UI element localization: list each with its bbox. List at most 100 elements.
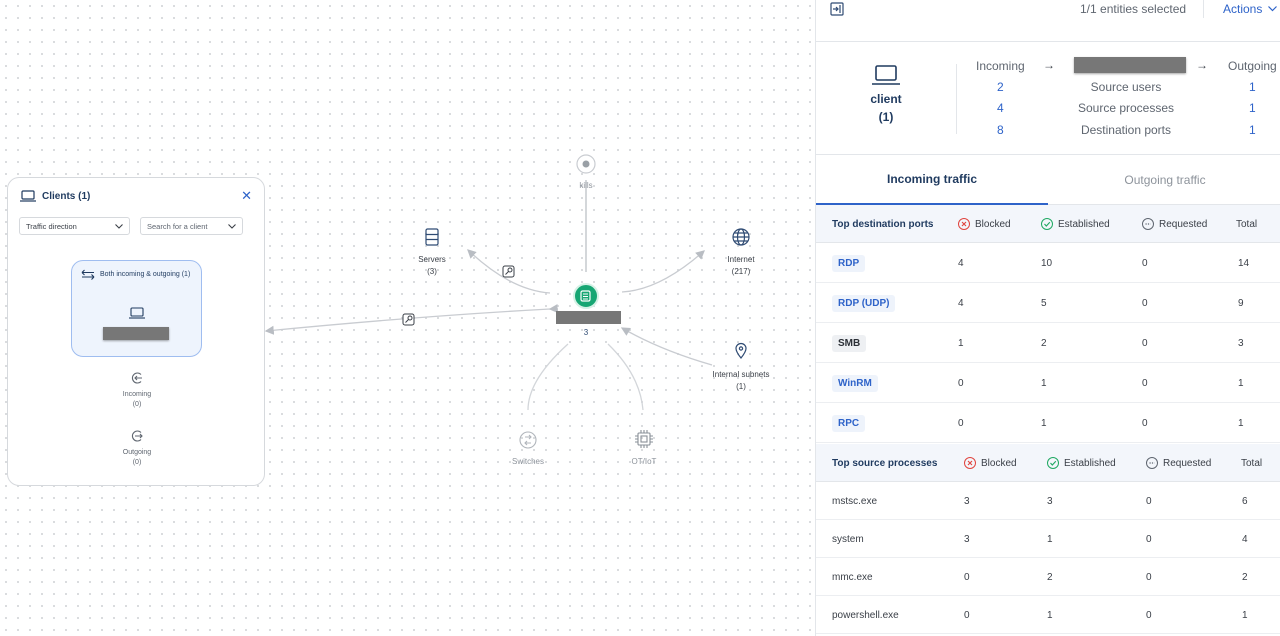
laptop-icon (20, 190, 36, 202)
processes-col-total[interactable]: Total (1241, 444, 1262, 482)
outgoing-stat[interactable]: Outgoing (0) (8, 429, 266, 469)
port-chip[interactable]: SMB (832, 334, 867, 352)
ports-requested-label: Requested (1159, 218, 1208, 230)
ports-col-name[interactable]: Top destination ports (832, 205, 933, 243)
ports-col-established[interactable]: Established (1041, 205, 1110, 243)
processes-col-established[interactable]: Established (1047, 444, 1116, 482)
table-row[interactable]: RDP 4 10 0 14 (816, 243, 1280, 283)
incoming-label: Incoming (122, 390, 152, 398)
client-summary[interactable]: client (1) (856, 64, 916, 126)
port-chip[interactable]: RPC (832, 414, 866, 432)
ports-col-requested[interactable]: Requested (1142, 205, 1207, 243)
processes-col-blocked[interactable]: Blocked (964, 444, 1017, 482)
selection-count-text: 1/1 entities selected (1080, 2, 1187, 16)
port-chip[interactable]: RDP (832, 254, 866, 272)
cell-blocked: 0 (958, 417, 964, 429)
edge-switches (527, 343, 569, 411)
process-name[interactable]: system (832, 520, 864, 558)
traffic-direction-select[interactable]: Traffic direction (19, 217, 130, 235)
cell-established: 5 (1041, 297, 1047, 309)
internal-subnets-node-label[interactable]: Internal subnets (1) (706, 369, 776, 392)
summary-label-ports: Destination ports (1080, 123, 1172, 137)
port-chip[interactable]: RDP (UDP) (832, 294, 896, 312)
tab-incoming-traffic[interactable]: Incoming traffic (816, 155, 1048, 205)
table-row[interactable]: powershell.exe 0 1 0 1 (816, 596, 1280, 634)
key-badge-icon (502, 265, 515, 278)
table-row[interactable]: mstsc.exe 3 3 0 6 (816, 482, 1280, 520)
cell-requested: 0 (1142, 417, 1148, 429)
table-row[interactable]: mmc.exe 0 2 0 2 (816, 558, 1280, 596)
client-name: client (870, 92, 902, 107)
summary-in-ports: 8 (997, 123, 1004, 137)
ports-col-total[interactable]: Total (1236, 205, 1257, 243)
cell-total: 1 (1242, 609, 1248, 621)
collapse-panel-icon[interactable] (830, 2, 844, 16)
traffic-direction-value: Traffic direction (26, 221, 77, 231)
cell-total: 14 (1238, 257, 1250, 269)
internet-count: (217) (731, 266, 751, 276)
edge-internal (620, 327, 713, 366)
cell-total: 4 (1242, 533, 1248, 545)
table-row[interactable]: RPC 0 1 0 1 (816, 403, 1280, 443)
cell-requested: 0 (1146, 495, 1152, 507)
incoming-stat[interactable]: Incoming (0) (8, 371, 266, 411)
table-row[interactable]: SMB 1 2 0 3 (816, 323, 1280, 363)
summary-label-processes: Source processes (1077, 101, 1175, 115)
right-arrow-icon: → (1043, 58, 1055, 72)
table-row[interactable]: WinRM 0 1 0 1 (816, 363, 1280, 403)
table-row[interactable]: system 3 1 0 4 (816, 520, 1280, 558)
ports-table-header: Top destination ports Blocked Establishe… (816, 205, 1280, 243)
redacted-entity-name (1074, 57, 1186, 73)
process-name[interactable]: mmc.exe (832, 558, 873, 596)
cell-established: 1 (1047, 609, 1053, 621)
group-card-title: Both incoming & outgoing (1) (81, 269, 190, 280)
cell-total: 1 (1238, 377, 1244, 389)
key-badge-icon (402, 313, 415, 326)
cell-requested: 0 (1142, 257, 1148, 269)
processes-requested-label: Requested (1163, 457, 1212, 469)
summary-in-users: 2 (997, 80, 1004, 94)
topology-canvas[interactable]: kills Servers (3) Internet (217) Interna… (0, 0, 815, 636)
actions-dropdown-button[interactable]: Actions (1223, 2, 1278, 16)
clients-title-text: Clients (1) (42, 190, 91, 202)
close-icon[interactable]: ✕ (241, 189, 252, 202)
top-bar-divider (1203, 0, 1204, 18)
client-search-placeholder: Search for a client (147, 221, 208, 231)
incoming-count: (0) (132, 401, 142, 408)
process-name[interactable]: powershell.exe (832, 596, 899, 634)
ports-col-blocked[interactable]: Blocked (958, 205, 1011, 243)
ports-blocked-label: Blocked (975, 218, 1011, 230)
table-row[interactable]: RDP (UDP) 4 5 0 9 (816, 283, 1280, 323)
tab-outgoing-traffic[interactable]: Outgoing traffic (1049, 155, 1280, 205)
group-card-label: Both incoming & outgoing (1) (100, 271, 191, 278)
clients-panel: Clients (1) ✕ Traffic direction Search f… (7, 177, 265, 486)
internal-subnets-label: Internal subnets (712, 370, 770, 379)
selected-center-node-icon (573, 283, 599, 309)
client-group-card[interactable]: Both incoming & outgoing (1) (71, 260, 202, 357)
cell-total: 2 (1242, 571, 1248, 583)
cell-established: 2 (1047, 571, 1053, 583)
bidirectional-arrows-icon (81, 269, 95, 280)
cell-requested: 0 (1142, 297, 1148, 309)
processes-col-requested[interactable]: Requested (1146, 444, 1211, 482)
client-search-select[interactable]: Search for a client (140, 217, 243, 235)
cell-requested: 0 (1142, 377, 1148, 389)
process-name[interactable]: mstsc.exe (832, 482, 877, 520)
cell-blocked: 4 (958, 257, 964, 269)
internal-subnets-count: (1) (736, 381, 746, 391)
cell-blocked: 0 (958, 377, 964, 389)
port-chip[interactable]: WinRM (832, 374, 878, 392)
processes-col-name[interactable]: Top source processes (832, 444, 937, 482)
otiot-node-label: OT/IoT (631, 457, 657, 466)
cell-blocked: 0 (964, 571, 970, 583)
laptop-icon (129, 307, 145, 319)
servers-label: Servers (418, 255, 446, 264)
cell-blocked: 0 (964, 609, 970, 621)
client-count: (1) (878, 109, 894, 124)
kills-node-label: kills (579, 181, 593, 190)
servers-node-label[interactable]: Servers (3) (405, 254, 459, 277)
internet-node-label[interactable]: Internet (217) (714, 254, 768, 277)
internet-label: Internet (727, 255, 755, 264)
outgoing-header: Outgoing (1228, 59, 1277, 73)
cell-requested: 0 (1146, 571, 1152, 583)
